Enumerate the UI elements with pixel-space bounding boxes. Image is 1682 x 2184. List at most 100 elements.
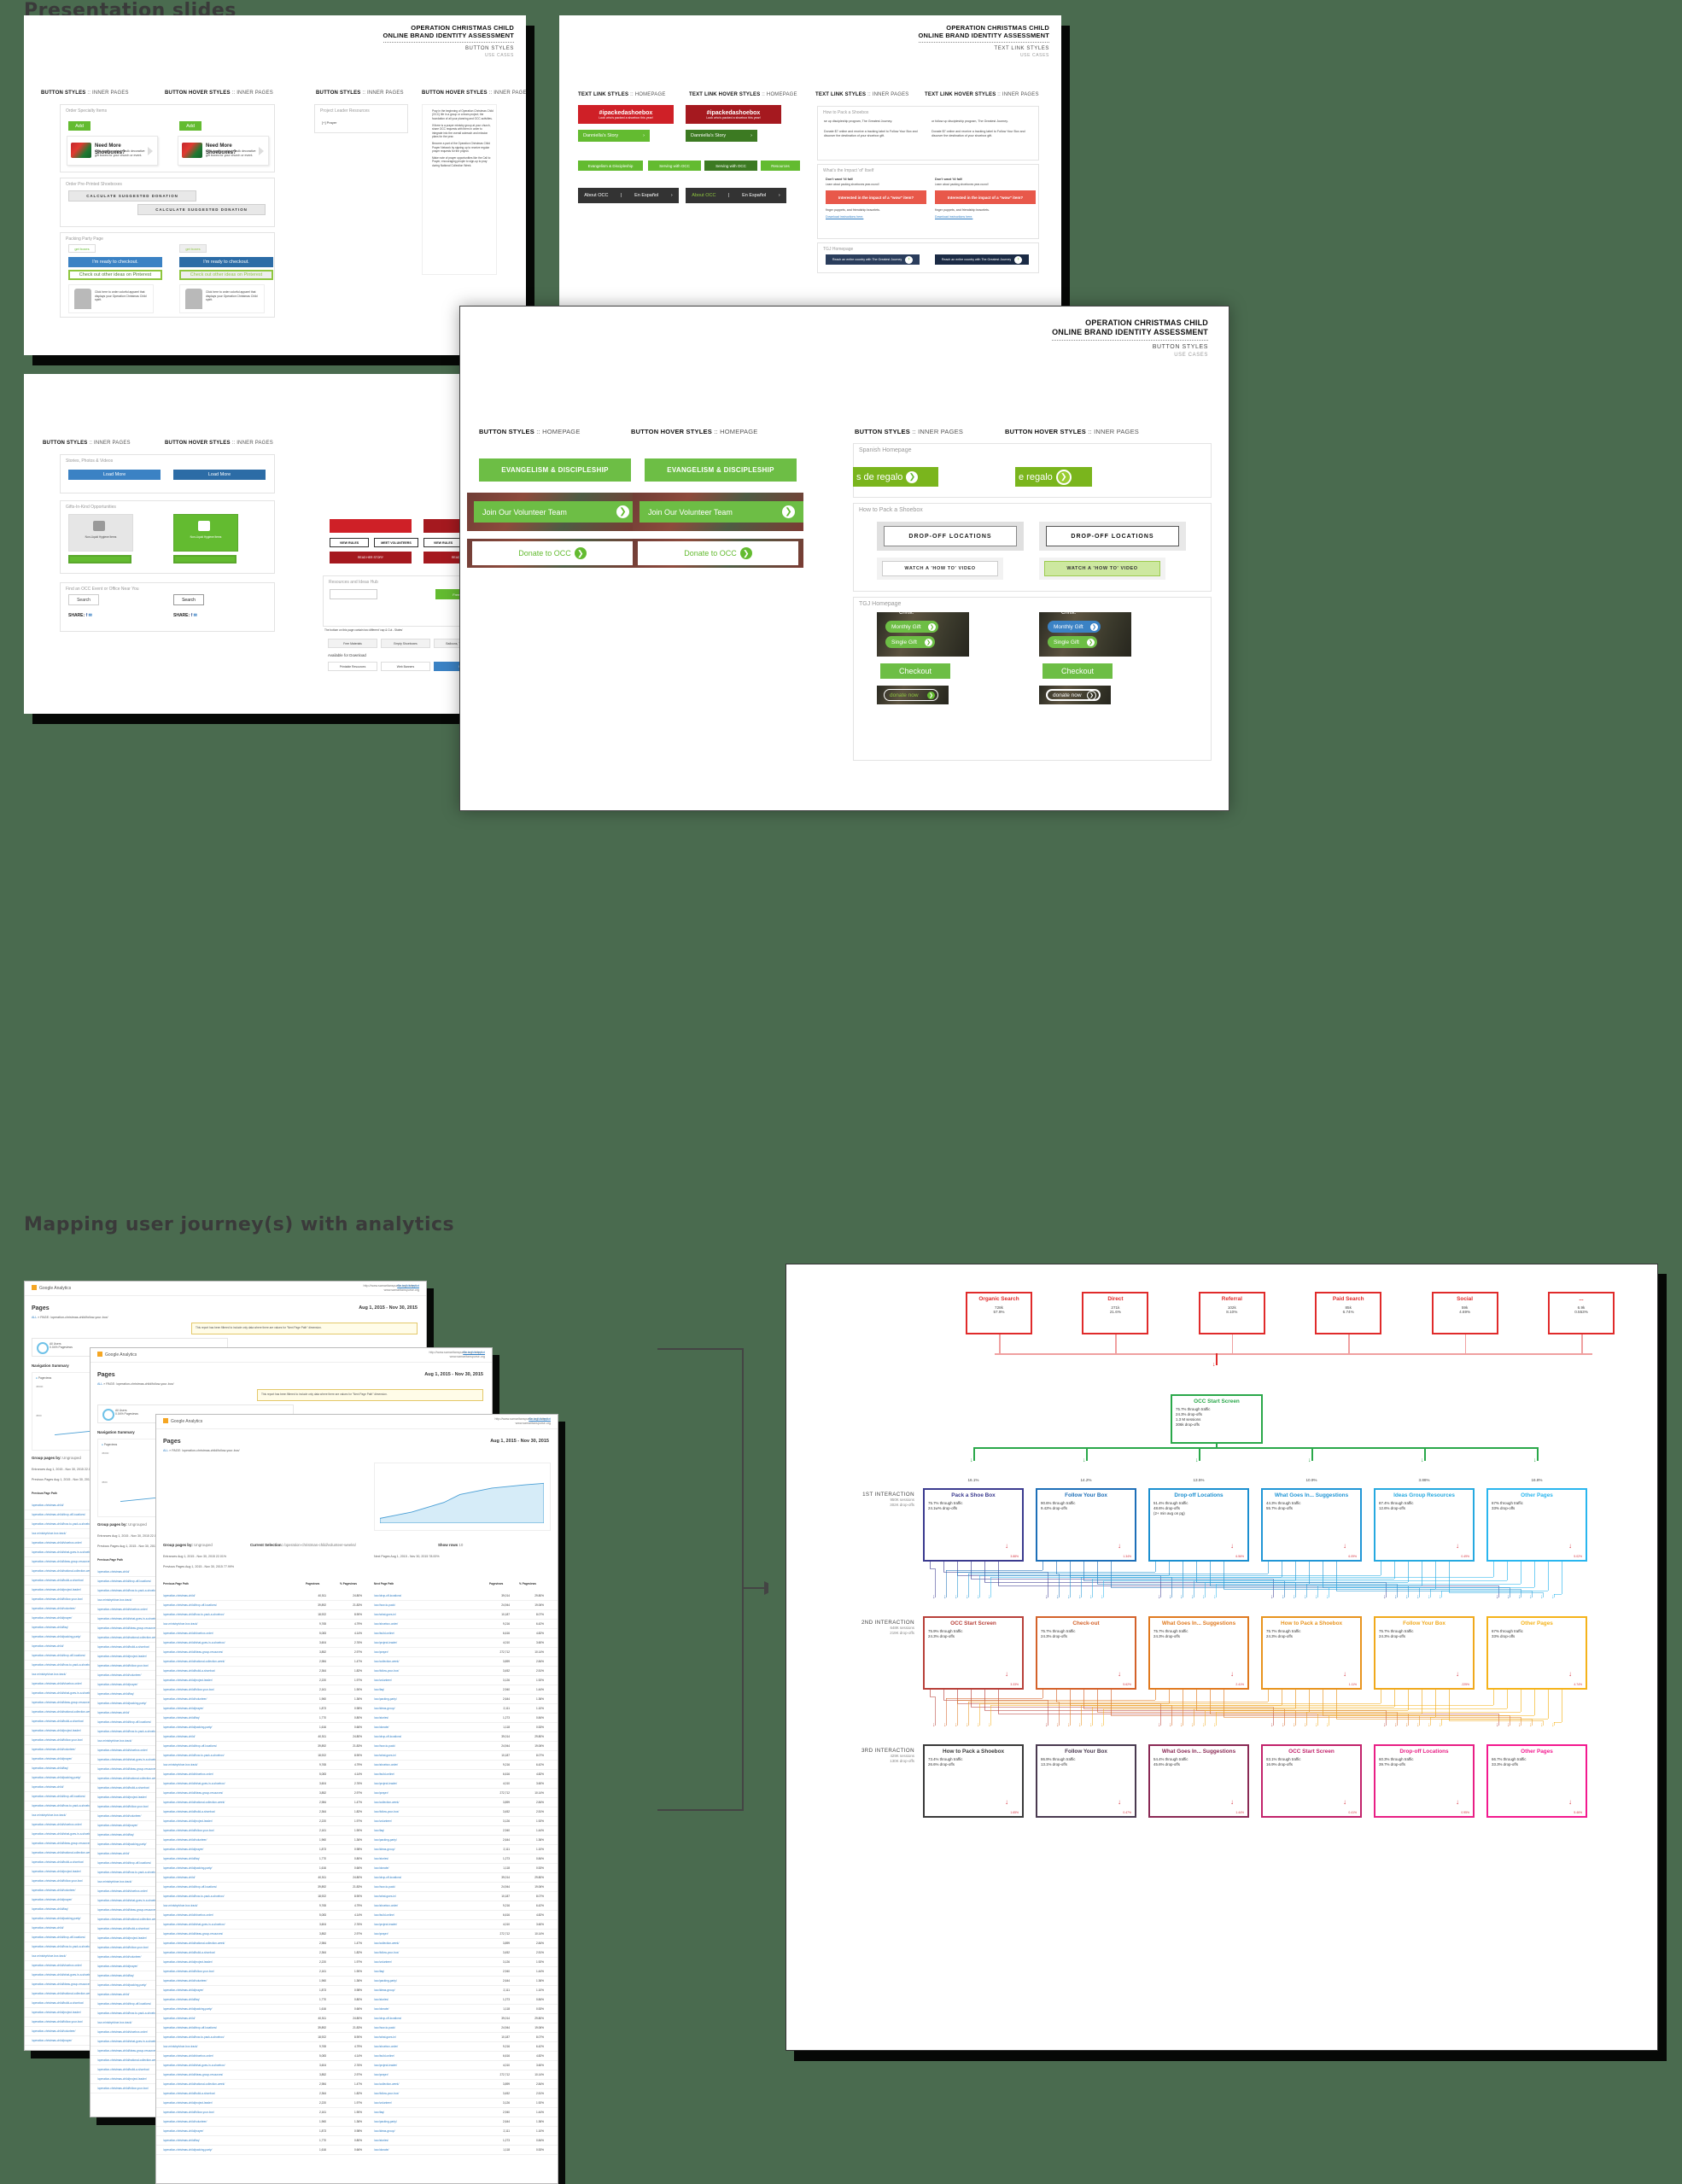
prev-page-cell[interactable]: /operation-christmas-child/drop-off-loca… [163, 1603, 300, 1607]
next-page-cell[interactable]: /occ/donate/ [374, 2007, 485, 2011]
apparel-card-2[interactable]: Click here to order colorful apparel tha… [179, 284, 265, 313]
prev-page-cell[interactable]: /operation-christmas-child/packing-party… [163, 2148, 300, 2152]
next-page-cell[interactable]: /occ/project-leader/ [374, 2064, 485, 2067]
hygiene-add-button-2[interactable] [173, 555, 237, 564]
prev-page-cell[interactable]: /operation-christmas-child/shoebox-order… [163, 2054, 300, 2058]
regalo-button-2[interactable]: e regalo ❯ [1015, 467, 1092, 487]
prev-page-cell[interactable]: /operation-christmas-child/project-leade… [163, 1819, 300, 1823]
next-page-cell[interactable]: /occ/packing-party/ [374, 1697, 485, 1701]
next-page-cell[interactable]: /occ/what-goes-in/ [374, 1613, 485, 1616]
table-row[interactable]: /operation-christmas-child/40,511 24.80% /… [156, 2015, 558, 2023]
add-button-1[interactable]: Add [68, 121, 91, 131]
table-row[interactable]: /operation-christmas-child/prayer/1,873 0… [156, 1705, 558, 1714]
next-page-cell[interactable]: /occ/faq/ [374, 1970, 485, 1973]
table-row[interactable]: /our-ministry/shoe-box-track/9,765 4.79% /… [156, 1902, 558, 1911]
apparel-card-1[interactable]: Click here to order colorful apparel tha… [68, 284, 154, 313]
table-row[interactable]: /operation-christmas-child/shoebox-order… [156, 1771, 558, 1779]
source-box[interactable]: Referral 102k 8.10% [1198, 1292, 1265, 1334]
next-page-cell[interactable]: /occ/ideas-group/ [374, 1848, 485, 1851]
prev-page-cell[interactable]: /operation-christmas-child/project-leade… [163, 1679, 300, 1682]
table-row[interactable]: /operation-christmas-child/ideas-group-r… [156, 1930, 558, 1939]
shoebox-card-2[interactable]: Need More Shoeboxes? Click here to order… [178, 136, 269, 166]
prev-page-cell[interactable]: /operation-christmas-child/what-goes-in-… [163, 1782, 300, 1785]
table-row[interactable]: /operation-christmas-child/40,511 24.80% /… [156, 1733, 558, 1742]
table-row[interactable]: /operation-christmas-child/40,511 24.80% /… [156, 1874, 558, 1883]
volunteer-button-2[interactable]: Join Our Volunteer Team ❯ [640, 501, 803, 523]
checkout-button-2[interactable]: I'm ready to checkout. [179, 257, 273, 267]
ga-crumb-all[interactable]: ALL [163, 1449, 168, 1452]
evangelism-link-1[interactable]: Evangelism & Discipleship [578, 161, 643, 171]
start-box[interactable]: OCC Start Screen 75.7% through traffic 24.… [1171, 1394, 1263, 1444]
prev-page-cell[interactable]: /operation-christmas-child/ideas-group-r… [163, 1932, 300, 1936]
flow-node[interactable]: Pack a Shoe Box 75.7% through traffic 24.1… [923, 1488, 1024, 1562]
table-row[interactable]: /operation-christmas-child/prayer/1,873 0… [156, 2128, 558, 2136]
next-page-cell[interactable]: /occ/packing-party/ [374, 2120, 485, 2123]
next-page-cell[interactable]: /occ/shoebox-order/ [374, 1622, 485, 1626]
donate-button-2[interactable]: Donate to OCC ❯ [638, 541, 798, 565]
table-row[interactable]: /operation-christmas-child/ideas-group-r… [156, 1790, 558, 1798]
show-rows-value[interactable]: 10 [458, 1543, 463, 1547]
next-page-cell[interactable]: /occ/drop-off-locations/ [374, 1594, 485, 1597]
checkout-button-1[interactable]: Checkout [880, 663, 950, 679]
read-story-button-1[interactable]: READ HER STORY [330, 552, 412, 564]
slide-text-link-styles[interactable]: OPERATION CHRISTMAS CHILD ONLINE BRAND I… [559, 15, 1061, 355]
prev-page-cell[interactable]: /operation-christmas-child/follow-your-b… [163, 2111, 300, 2114]
table-row[interactable]: /operation-christmas-child/follow-your-b… [156, 1827, 558, 1836]
table-row[interactable]: /operation-christmas-child/national-coll… [156, 1658, 558, 1667]
table-row[interactable]: /operation-christmas-child/how-to-pack-a… [156, 1893, 558, 1901]
facebook-icon[interactable]: f [86, 613, 88, 618]
prev-page-cell[interactable]: /operation-christmas-child/volunteer/ [163, 1697, 300, 1701]
prev-page-cell[interactable]: /operation-christmas-child/prayer/ [163, 1848, 300, 1851]
dropoff-button-1[interactable]: DROP-OFF LOCATIONS [884, 526, 1017, 546]
table-row[interactable]: /operation-christmas-child/follow-your-b… [156, 2109, 558, 2117]
table-row[interactable]: /operation-christmas-child/drop-off-loca… [156, 1602, 558, 1610]
prev-page-cell[interactable]: /operation-christmas-child/faq/ [163, 1998, 300, 2001]
next-page-cell[interactable]: /occ/ideas-group/ [374, 2129, 485, 2133]
table-row[interactable]: /operation-christmas-child/packing-party… [156, 1865, 558, 1873]
load-more-button-2[interactable]: Load More [173, 470, 266, 480]
table-row[interactable]: /operation-christmas-child/prayer/1,873 0… [156, 1846, 558, 1854]
prev-page-cell[interactable]: /operation-christmas-child/what-goes-in-… [163, 1923, 300, 1926]
prev-page-cell[interactable]: /operation-christmas-child/national-coll… [163, 1660, 300, 1663]
table-row[interactable]: /operation-christmas-child/national-coll… [156, 2081, 558, 2089]
flow-node[interactable]: How to Pack a Shoebox 73.4% through traff… [923, 1744, 1024, 1818]
prev-page-cell[interactable]: /our-ministry/shoe-box-track/ [163, 1904, 300, 1907]
next-page-cell[interactable]: /occ/follow-your-box/ [374, 1810, 485, 1813]
table-row[interactable]: /operation-christmas-child/drop-off-loca… [156, 2024, 558, 2033]
email-icon[interactable]: ✉ [89, 613, 92, 618]
slide-button-styles-inner-pages-1[interactable]: OPERATION CHRISTMAS CHILD ONLINE BRAND I… [24, 15, 526, 355]
prev-page-cell[interactable]: /operation-christmas-child/shoebox-order… [163, 1772, 300, 1776]
web-banners-tab[interactable]: Web Banners [381, 662, 430, 671]
prev-page-cell[interactable]: /operation-christmas-child/what-goes-in-… [163, 2064, 300, 2067]
tgj-button-1[interactable]: Reach an entire country with The Greates… [826, 254, 920, 265]
group-value[interactable]: Ungrouped [194, 1543, 213, 1547]
table-row[interactable]: /our-ministry/shoe-box-track/9,765 4.79% /… [156, 1761, 558, 1770]
source-box[interactable]: Direct 271k 21.6% [1082, 1292, 1149, 1334]
about-occ-1[interactable]: About OCC | En Español › [578, 188, 679, 203]
prev-page-cell[interactable]: /operation-christmas-child/how-to-pack-a… [163, 1754, 300, 1757]
regalo-button-1[interactable]: s de regalo ❯ [853, 467, 938, 487]
table-row[interactable]: /operation-christmas-child/faq/1,770 0.80… [156, 1996, 558, 2005]
prev-page-cell[interactable]: /operation-christmas-child/ideas-group-r… [163, 1791, 300, 1795]
single-gift-button-1[interactable]: Single Gift ❯ [885, 636, 935, 648]
next-page-cell[interactable]: /occ/donate/ [374, 1726, 485, 1729]
table-row[interactable]: /operation-christmas-child/what-goes-in-… [156, 1780, 558, 1789]
next-page-cell[interactable]: /occ/project-leader/ [374, 1782, 485, 1785]
prev-page-cell[interactable]: /operation-christmas-child/ [163, 2017, 300, 2020]
table-row[interactable]: /operation-christmas-child/project-leade… [156, 2099, 558, 2108]
prev-page-cell[interactable]: /operation-christmas-child/follow-your-b… [163, 1688, 300, 1691]
next-page-cell[interactable]: /occ/prayer/ [374, 1932, 485, 1936]
tgj-button-2[interactable]: Reach an entire country with The Greates… [935, 254, 1029, 265]
next-page-cell[interactable]: /occ/collection-week/ [374, 1801, 485, 1804]
next-page-cell[interactable]: /occ/drop-off-locations/ [374, 1876, 485, 1879]
wow-banner-1[interactable]: Interested in the impact of a "wow" item… [826, 190, 926, 204]
prev-page-cell[interactable]: /operation-christmas-child/build-a-shoeb… [163, 1810, 300, 1813]
next-page-cell[interactable]: /occ/what-goes-in/ [374, 2035, 485, 2039]
next-page-cell[interactable]: /occ/build-online/ [374, 1772, 485, 1776]
prev-page-cell[interactable]: /operation-christmas-child/prayer/ [163, 1988, 300, 1992]
prev-page-cell[interactable]: /operation-christmas-child/drop-off-loca… [163, 1885, 300, 1889]
hygiene-add-button-1[interactable] [68, 555, 131, 564]
table-row[interactable]: /operation-christmas-child/packing-party… [156, 2006, 558, 2014]
prev-page-cell[interactable]: /operation-christmas-child/how-to-pack-a… [163, 1613, 300, 1616]
next-page-cell[interactable]: /occ/collection-week/ [374, 1942, 485, 1945]
